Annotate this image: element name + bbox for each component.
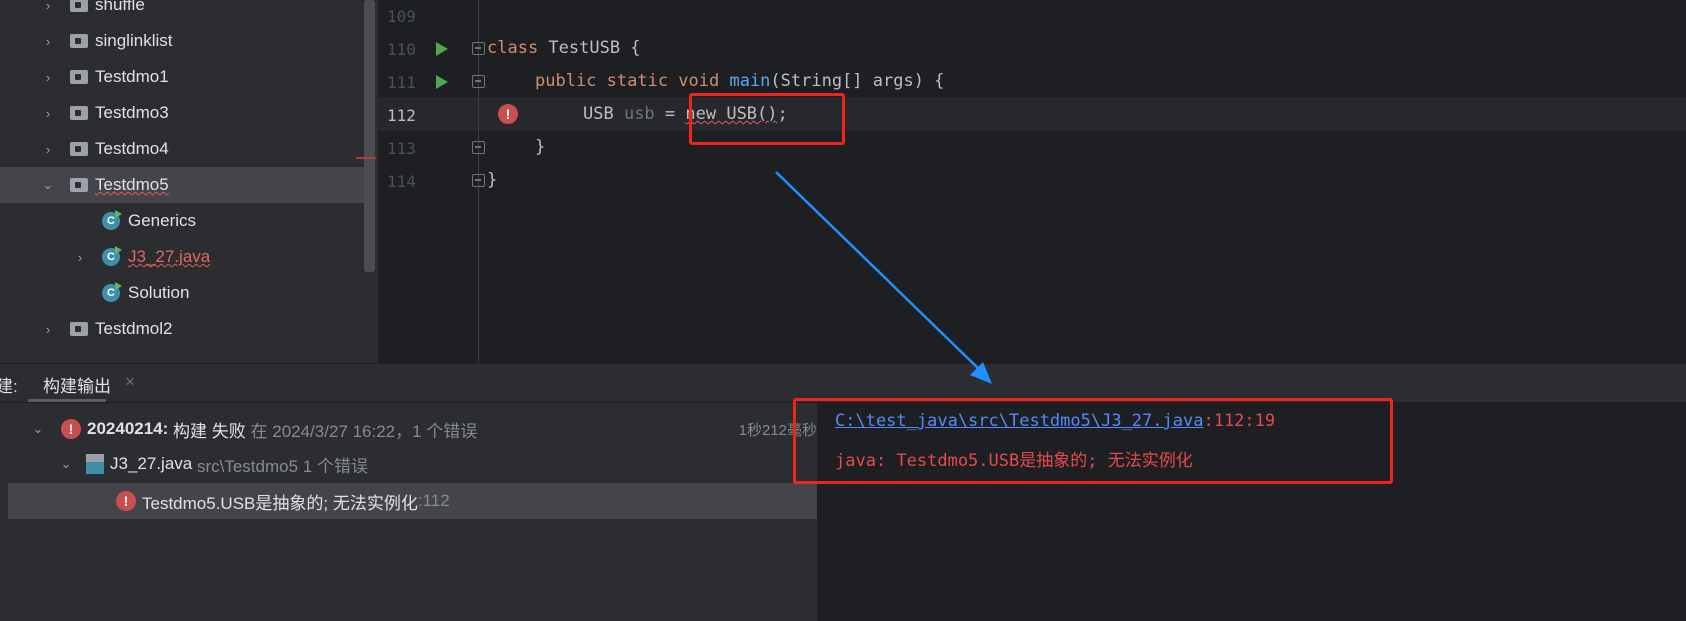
annotation-arrow xyxy=(775,171,992,384)
arrow-head-icon xyxy=(970,362,992,384)
arrow-shaft xyxy=(775,171,983,373)
